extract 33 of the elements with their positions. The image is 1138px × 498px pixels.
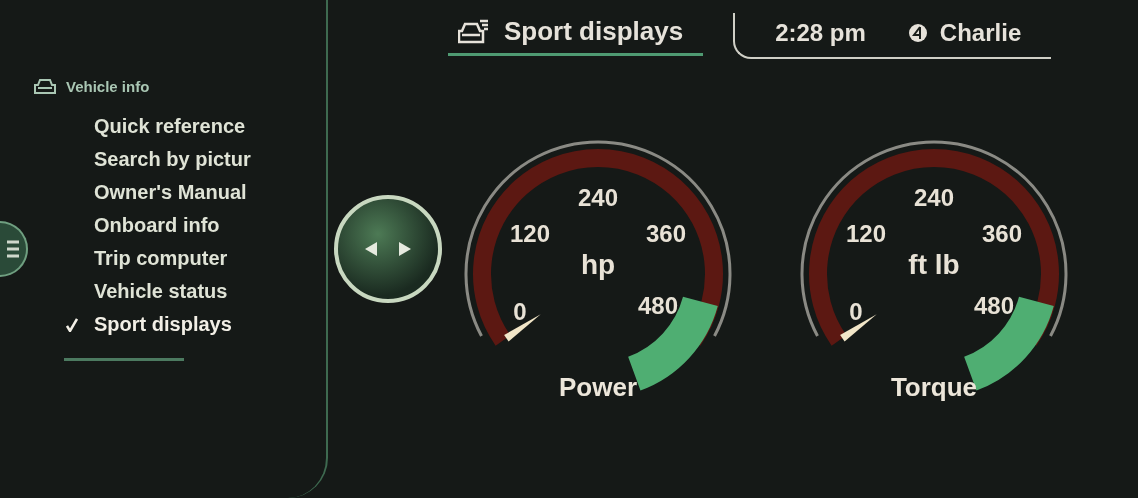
gauge-tick-label: 240 [578, 184, 618, 211]
left-arrow-icon [365, 242, 377, 256]
menu-item[interactable]: Quick reference [94, 115, 326, 138]
gauge-tick-label: 480 [638, 292, 678, 319]
menu-item[interactable]: Search by pictur [94, 148, 326, 171]
screen-title: Sport displays [504, 16, 684, 47]
gauge-label: Power [559, 372, 637, 402]
gauge-unit: ft lb [908, 249, 960, 280]
clock-time: 2:28 pm [775, 19, 866, 47]
side-tab-button[interactable] [0, 221, 28, 277]
list-icon [5, 238, 21, 260]
car-icon [34, 78, 56, 95]
car-list-icon [458, 18, 490, 45]
menu-item[interactable]: Onboard info [94, 214, 326, 237]
gauge-tick-label: 480 [974, 292, 1014, 319]
check-icon [66, 318, 78, 332]
profile-icon [907, 23, 928, 43]
gauge-tick-label: 240 [914, 184, 954, 211]
menu-title: Vehicle info [66, 78, 150, 95]
gauge-tick-label: 120 [846, 220, 886, 247]
menu-item[interactable]: Owner's Manual [94, 181, 326, 204]
menu-item[interactable]: Vehicle status [94, 280, 326, 303]
gauge-tick-label: 120 [510, 220, 550, 247]
gauge-label: Torque [890, 372, 978, 402]
menu-item[interactable]: Sport displays [94, 313, 326, 336]
user-name: Charlie [939, 19, 1022, 47]
gauge-tick-label: 0 [849, 298, 863, 325]
gauge-unit: hp [580, 249, 616, 280]
gauge-tick-label: 360 [982, 220, 1022, 247]
gauge-tick-label: 0 [513, 298, 527, 325]
right-arrow-icon [399, 242, 411, 256]
menu-item[interactable]: Trip computer [94, 247, 326, 270]
gauge-tick-label: 360 [646, 220, 686, 247]
